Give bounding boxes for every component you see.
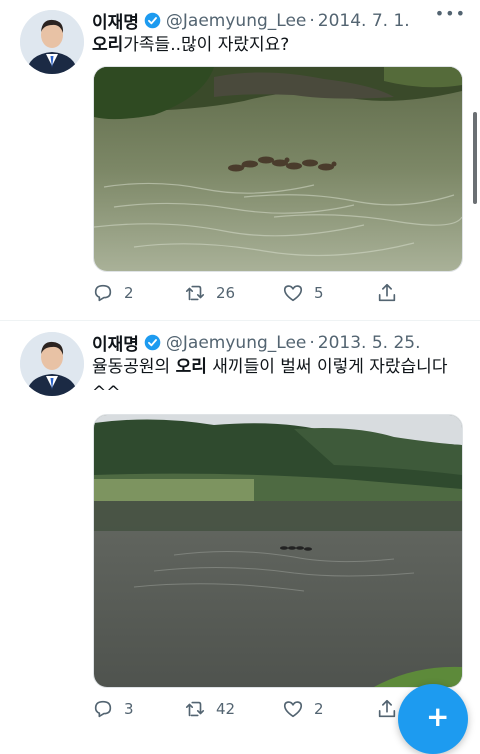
handle[interactable]: @Jaemyung_Lee bbox=[166, 333, 306, 353]
like-button[interactable]: 2 bbox=[282, 698, 376, 720]
reply-button[interactable]: 2 bbox=[92, 282, 184, 304]
handle[interactable]: @Jaemyung_Lee bbox=[166, 11, 306, 31]
share-icon bbox=[378, 283, 396, 302]
tweet-1[interactable]: 이재명 @Jaemyung_Lee · 2014. 7. 1. ••• 오리가족… bbox=[0, 0, 480, 316]
tweet-text-before: 율동공원의 bbox=[92, 357, 176, 377]
retweet-icon bbox=[185, 285, 205, 301]
tweet-text-line2: ^^ bbox=[92, 383, 121, 403]
tweet-text-rest: 가족들..많이 자랐지요? bbox=[123, 35, 290, 55]
tweet-photo[interactable] bbox=[93, 414, 463, 688]
verified-badge-icon bbox=[144, 12, 161, 29]
tweet-date[interactable]: 2014. 7. 1. bbox=[318, 11, 410, 31]
tweet-text: 율동공원의 오리 새끼들이 벌써 이렇게 자랐습니다 ^^ bbox=[92, 354, 462, 406]
retweet-button[interactable]: 42 bbox=[184, 698, 282, 720]
compose-icon: + bbox=[426, 700, 450, 733]
tweet-header: 이재명 @Jaemyung_Lee · 2013. 5. 25. bbox=[92, 330, 421, 356]
retweet-count: 42 bbox=[216, 700, 236, 718]
share-icon bbox=[378, 699, 396, 718]
more-icon[interactable]: ••• bbox=[435, 4, 466, 23]
tweet-text-bold: 오리 bbox=[175, 357, 207, 377]
separator-dot: · bbox=[309, 10, 315, 31]
reply-icon bbox=[94, 284, 112, 302]
tweet-text: 오리가족들..많이 자랐지요? bbox=[92, 32, 462, 58]
tweet-text-after: 새끼들이 벌써 이렇게 자랐습니다 bbox=[206, 357, 448, 377]
retweet-button[interactable]: 26 bbox=[184, 282, 282, 304]
like-count: 5 bbox=[314, 284, 324, 302]
like-button[interactable]: 5 bbox=[282, 282, 376, 304]
display-name[interactable]: 이재명 bbox=[92, 330, 139, 355]
reply-icon bbox=[94, 700, 112, 718]
tweet-text-bold: 오리 bbox=[92, 35, 124, 55]
like-count: 2 bbox=[314, 700, 324, 718]
tweet-header: 이재명 @Jaemyung_Lee · 2014. 7. 1. bbox=[92, 8, 410, 34]
tweet-2[interactable]: 이재명 @Jaemyung_Lee · 2013. 5. 25. 율동공원의 오… bbox=[0, 322, 480, 720]
avatar[interactable] bbox=[20, 332, 84, 396]
heart-icon bbox=[283, 285, 303, 302]
reply-count: 3 bbox=[124, 700, 134, 718]
heart-icon bbox=[283, 701, 303, 718]
retweet-count: 26 bbox=[216, 284, 236, 302]
tweet-date[interactable]: 2013. 5. 25. bbox=[318, 333, 421, 353]
retweet-icon bbox=[185, 701, 205, 717]
scrollbar[interactable] bbox=[473, 112, 477, 204]
tweet-photo[interactable] bbox=[93, 66, 463, 272]
separator-dot: · bbox=[309, 332, 315, 353]
tweet-actions: 2 26 5 bbox=[92, 282, 462, 304]
display-name[interactable]: 이재명 bbox=[92, 8, 139, 33]
compose-button[interactable]: + bbox=[398, 684, 468, 754]
avatar[interactable] bbox=[20, 10, 84, 74]
reply-count: 2 bbox=[124, 284, 134, 302]
reply-button[interactable]: 3 bbox=[92, 698, 184, 720]
share-button[interactable] bbox=[376, 282, 408, 304]
verified-badge-icon bbox=[144, 334, 161, 351]
tweet-divider bbox=[0, 320, 480, 321]
